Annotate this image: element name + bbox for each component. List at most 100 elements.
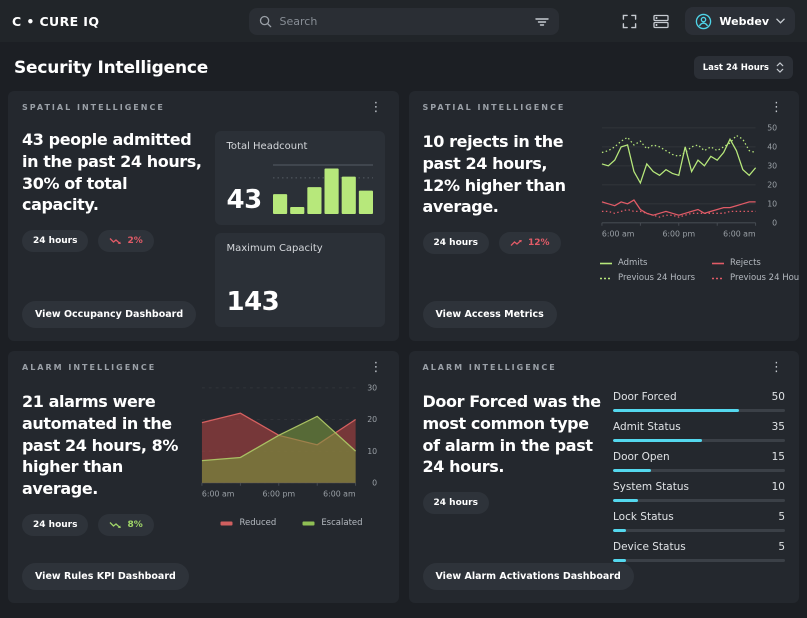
filter-icon[interactable] — [535, 17, 549, 27]
alarm-type-bar-track — [613, 469, 785, 472]
trend-badge: 8% — [98, 514, 153, 536]
chevron-down-icon — [776, 18, 785, 24]
fullscreen-icon[interactable] — [622, 14, 637, 29]
user-name: Webdev — [719, 15, 769, 28]
svg-text:30: 30 — [767, 162, 777, 171]
dashboard-grid: SPATIAL INTELLIGENCE ⋮ 43 people admitte… — [0, 91, 807, 614]
trend-down-icon — [109, 521, 122, 529]
search-bar[interactable] — [249, 8, 559, 35]
time-range-selector[interactable]: Last 24 Hours — [694, 56, 793, 79]
capacity-panel: Maximum Capacity 143 — [215, 233, 385, 327]
svg-text:20: 20 — [767, 181, 777, 190]
svg-text:40: 40 — [767, 143, 777, 152]
alarm-type-value: 5 — [778, 541, 785, 553]
section-label: SPATIAL INTELLIGENCE — [423, 103, 566, 112]
legend-label: Reduced — [239, 518, 276, 528]
page-header: Security Intelligence Last 24 Hours — [0, 42, 807, 91]
avatar-icon — [695, 13, 712, 30]
topbar-actions: Webdev — [622, 7, 795, 35]
alarm-type-label: Door Forced — [613, 391, 677, 403]
alarm-type-bar-fill — [613, 559, 626, 562]
alarm-type-value: 5 — [778, 511, 785, 523]
time-badge: 24 hours — [22, 230, 88, 252]
card-headline: 10 rejects in the past 24 hours, 12% hig… — [423, 131, 588, 218]
legend-label: Previous 24 Hours — [730, 273, 799, 283]
search-icon — [259, 15, 272, 28]
legend-label: Admits — [618, 258, 647, 268]
section-label: ALARM INTELLIGENCE — [22, 363, 156, 372]
section-label: SPATIAL INTELLIGENCE — [22, 103, 165, 112]
legend-item: Escalated — [302, 518, 362, 528]
search-input[interactable] — [280, 15, 527, 28]
time-badge: 24 hours — [423, 232, 489, 254]
view-alarm-activations-dashboard-button[interactable]: View Alarm Activations Dashboard — [423, 563, 634, 590]
headcount-panel: Total Headcount 43 — [215, 131, 385, 225]
view-access-metrics-button[interactable]: View Access Metrics — [423, 301, 557, 328]
card-rules: ALARM INTELLIGENCE ⋮ 21 alarms were auto… — [8, 351, 399, 603]
updown-chevrons-icon — [776, 62, 784, 73]
access-legend: AdmitsRejectsPrevious 24 HoursPrevious 2… — [599, 258, 785, 283]
alarm-type-row: System Status10 — [613, 481, 785, 502]
alarm-type-bar-fill — [613, 469, 651, 472]
time-range-label: Last 24 Hours — [703, 63, 769, 73]
headcount-chart — [273, 161, 373, 215]
legend-item: Previous 24 Hours — [711, 273, 799, 283]
card-headline: 43 people admitted in the past 24 hours,… — [22, 129, 203, 216]
headcount-label: Total Headcount — [227, 141, 373, 152]
alarm-type-row: Lock Status5 — [613, 511, 785, 532]
app-logo: C • CURE IQ — [12, 14, 99, 29]
card-access: SPATIAL INTELLIGENCE ⋮ 10 rejects in the… — [409, 91, 800, 341]
alarm-type-row: Door Open 15 — [613, 451, 785, 472]
alarm-type-value: 50 — [772, 391, 785, 403]
alarm-type-value: 10 — [772, 481, 785, 493]
alarm-type-bar-track — [613, 409, 785, 412]
alarm-type-bar-track — [613, 499, 785, 502]
view-rules-kpi-dashboard-button[interactable]: View Rules KPI Dashboard — [22, 563, 189, 590]
section-label: ALARM INTELLIGENCE — [423, 363, 557, 372]
kebab-menu-icon[interactable]: ⋮ — [368, 103, 385, 113]
trend-badge: 12% — [499, 232, 561, 254]
svg-text:10: 10 — [767, 200, 777, 209]
svg-text:6:00 am: 6:00 am — [723, 230, 756, 239]
rules-legend: Reduced Escalated — [199, 518, 385, 528]
svg-text:6:00 pm: 6:00 pm — [262, 490, 295, 499]
svg-text:6:00 am: 6:00 am — [602, 230, 635, 239]
time-badge: 24 hours — [22, 514, 88, 536]
alarm-type-list: Door Forced50Admit Status35Door Open15Sy… — [613, 391, 785, 571]
legend-label: Rejects — [730, 258, 761, 268]
svg-text:0: 0 — [772, 219, 777, 228]
svg-text:20: 20 — [367, 415, 377, 424]
alarm-type-row: Device Status 5 — [613, 541, 785, 562]
legend-label: Escalated — [321, 518, 362, 528]
time-badge: 24 hours — [423, 492, 489, 514]
legend-item: Reduced — [220, 518, 276, 528]
rules-chart: 01020306:00 am6:00 pm6:00 am — [199, 381, 385, 512]
access-chart: 010203040506:00 am6:00 pm6:00 am — [599, 121, 785, 252]
alarm-type-label: Admit Status — [613, 421, 681, 433]
alarm-type-label: Door Open — [613, 451, 670, 463]
svg-text:6:00 am: 6:00 am — [201, 490, 234, 499]
svg-text:10: 10 — [367, 447, 377, 456]
legend-item: Rejects — [711, 258, 799, 268]
alarm-type-value: 15 — [772, 451, 785, 463]
kebab-menu-icon[interactable]: ⋮ — [768, 103, 785, 113]
page-title: Security Intelligence — [14, 58, 208, 78]
view-occupancy-dashboard-button[interactable]: View Occupancy Dashboard — [22, 301, 196, 328]
headcount-value: 43 — [227, 185, 262, 215]
legend-label: Previous 24 Hours — [618, 273, 695, 283]
alarm-type-label: Device Status — [613, 541, 686, 553]
trend-up-icon — [510, 239, 523, 247]
alarm-type-bar-fill — [613, 409, 739, 412]
kebab-menu-icon[interactable]: ⋮ — [368, 363, 385, 373]
user-menu[interactable]: Webdev — [685, 7, 795, 35]
topbar: C • CURE IQ Webdev — [0, 0, 807, 42]
svg-text:6:00 am: 6:00 am — [323, 490, 356, 499]
kebab-menu-icon[interactable]: ⋮ — [768, 363, 785, 373]
layout-icon[interactable] — [653, 14, 669, 29]
svg-text:6:00 pm: 6:00 pm — [662, 230, 695, 239]
alarm-type-row: Door Forced 50 — [613, 391, 785, 412]
card-activations: ALARM INTELLIGENCE ⋮ Door Forced was the… — [409, 351, 800, 603]
legend-item: Previous 24 Hours — [599, 273, 695, 283]
svg-text:0: 0 — [372, 479, 377, 488]
trend-badge: 2% — [98, 230, 153, 252]
